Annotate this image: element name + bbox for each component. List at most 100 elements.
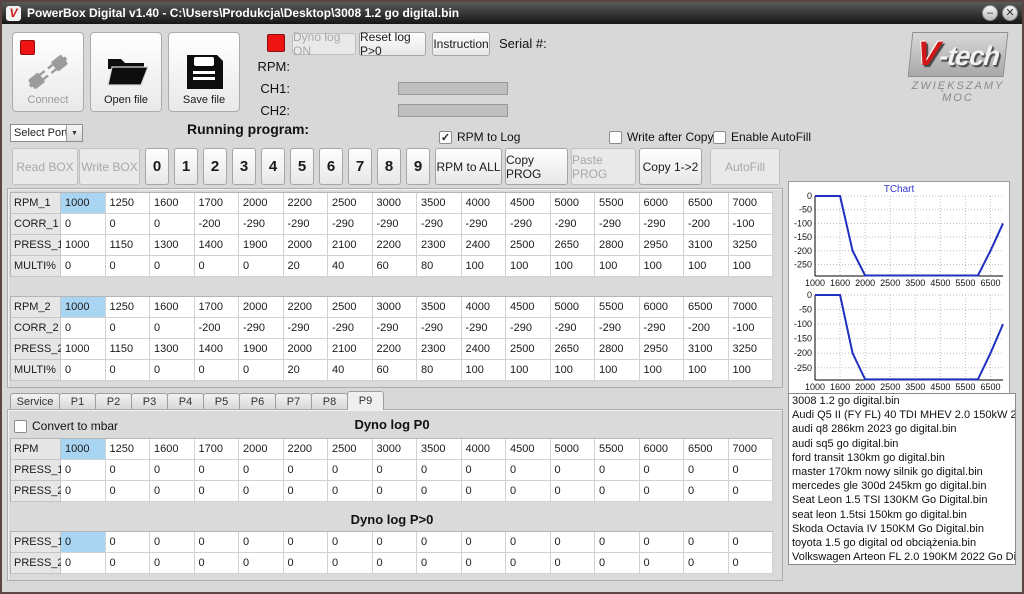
table-cell[interactable]: 0: [417, 481, 462, 502]
table-cell[interactable]: 0: [106, 460, 151, 481]
table-cell[interactable]: 100: [462, 360, 507, 381]
table-cell[interactable]: 3000: [373, 297, 418, 318]
table-cell[interactable]: 0: [106, 318, 151, 339]
file-list-item[interactable]: ford transit 130km go digital.bin: [789, 452, 1015, 466]
table-cell[interactable]: -200: [684, 214, 729, 235]
table-cell[interactable]: 3100: [684, 235, 729, 256]
table-cell[interactable]: 0: [150, 214, 195, 235]
table-cell[interactable]: 0: [462, 481, 507, 502]
table-cell[interactable]: 0: [106, 360, 151, 381]
table-cell[interactable]: 0: [106, 481, 151, 502]
table-cell[interactable]: 6500: [684, 193, 729, 214]
table-cell[interactable]: 0: [462, 532, 507, 553]
tab-p7[interactable]: P7: [275, 393, 312, 410]
table-cell[interactable]: 3000: [373, 439, 418, 460]
tab-p6[interactable]: P6: [239, 393, 276, 410]
table-cell[interactable]: 2200: [284, 193, 329, 214]
table-cell[interactable]: 0: [195, 532, 240, 553]
table-cell[interactable]: 0: [417, 460, 462, 481]
program-2-button[interactable]: 2: [203, 148, 227, 185]
table-cell[interactable]: 2800: [595, 235, 640, 256]
table-cell[interactable]: 1150: [106, 339, 151, 360]
table-cell[interactable]: 0: [462, 460, 507, 481]
table-cell[interactable]: 0: [284, 460, 329, 481]
table-cell[interactable]: 2100: [328, 235, 373, 256]
table-cell[interactable]: -290: [506, 214, 551, 235]
table-cell[interactable]: 1700: [195, 297, 240, 318]
table-cell[interactable]: 20: [284, 360, 329, 381]
table-cell[interactable]: 2300: [417, 235, 462, 256]
table-cell[interactable]: 0: [61, 460, 106, 481]
table-cell[interactable]: 2200: [373, 339, 418, 360]
table-cell[interactable]: 1400: [195, 235, 240, 256]
table-cell[interactable]: 0: [284, 553, 329, 574]
table-cell[interactable]: -290: [640, 214, 685, 235]
tab-p8[interactable]: P8: [311, 393, 348, 410]
program-6-button[interactable]: 6: [319, 148, 343, 185]
table-cell[interactable]: 5000: [551, 439, 596, 460]
table-cell[interactable]: 1000: [61, 193, 106, 214]
rpm-to-all-button[interactable]: RPM to ALL: [435, 148, 502, 185]
table-cell[interactable]: 0: [106, 553, 151, 574]
table-cell[interactable]: -290: [373, 318, 418, 339]
table-cell[interactable]: 4000: [462, 439, 507, 460]
table-cell[interactable]: 0: [684, 553, 729, 574]
table-cell[interactable]: 1900: [239, 339, 284, 360]
table-cell[interactable]: 0: [195, 481, 240, 502]
table-cell[interactable]: 3500: [417, 193, 462, 214]
tab-p9[interactable]: P9: [347, 391, 384, 410]
table-cell[interactable]: 6500: [684, 439, 729, 460]
table-cell[interactable]: 1000: [61, 439, 106, 460]
table-cell[interactable]: 0: [417, 553, 462, 574]
table-cell[interactable]: -290: [640, 318, 685, 339]
tab-p4[interactable]: P4: [167, 393, 204, 410]
table-cell[interactable]: 40: [328, 256, 373, 277]
table-cell[interactable]: 2400: [462, 235, 507, 256]
file-list-item[interactable]: Volkswagen Arteon FL 2.0 190KM 2022 Go D…: [789, 551, 1015, 565]
table-cell[interactable]: 2000: [239, 439, 284, 460]
tab-p5[interactable]: P5: [203, 393, 240, 410]
table-cell[interactable]: 1300: [150, 235, 195, 256]
instruction-button[interactable]: Instruction: [432, 32, 490, 56]
table-cell[interactable]: 2000: [284, 235, 329, 256]
table-cell[interactable]: 1250: [106, 297, 151, 318]
table-cell[interactable]: 100: [551, 360, 596, 381]
close-button[interactable]: ✕: [1002, 5, 1018, 21]
table-cell[interactable]: -290: [417, 214, 462, 235]
table-cell[interactable]: 80: [417, 360, 462, 381]
table-cell[interactable]: 3500: [417, 297, 462, 318]
copy-prog-button[interactable]: Copy PROG: [505, 148, 568, 185]
table-cell[interactable]: 1150: [106, 235, 151, 256]
table-cell[interactable]: 6500: [684, 297, 729, 318]
table-cell[interactable]: 0: [195, 553, 240, 574]
program-3-button[interactable]: 3: [232, 148, 256, 185]
table-cell[interactable]: 100: [640, 360, 685, 381]
table-cell[interactable]: 100: [595, 256, 640, 277]
table-cell[interactable]: 1700: [195, 439, 240, 460]
table-cell[interactable]: 0: [239, 460, 284, 481]
table-cell[interactable]: 0: [373, 481, 418, 502]
program-1-button[interactable]: 1: [174, 148, 198, 185]
table-cell[interactable]: 100: [729, 256, 774, 277]
file-list-item[interactable]: audi q8 286km 2023 go digital.bin: [789, 423, 1015, 437]
table-cell[interactable]: 0: [239, 553, 284, 574]
table-cell[interactable]: 5500: [595, 297, 640, 318]
table-cell[interactable]: 0: [106, 532, 151, 553]
write-after-copy-checkbox[interactable]: Write after Copy: [609, 130, 713, 144]
table-cell[interactable]: -290: [284, 318, 329, 339]
table-cell[interactable]: 2000: [239, 297, 284, 318]
table-cell[interactable]: 6000: [640, 297, 685, 318]
table-cell[interactable]: 1600: [150, 439, 195, 460]
table-cell[interactable]: 7000: [729, 439, 774, 460]
table-cell[interactable]: 0: [551, 553, 596, 574]
table-cell[interactable]: 0: [684, 460, 729, 481]
write-box-button[interactable]: Write BOX: [79, 148, 140, 185]
table-cell[interactable]: 0: [150, 481, 195, 502]
table-cell[interactable]: -290: [239, 318, 284, 339]
table-cell[interactable]: 7000: [729, 297, 774, 318]
table-cell[interactable]: -290: [551, 318, 596, 339]
tab-p2[interactable]: P2: [95, 393, 132, 410]
table-cell[interactable]: 0: [328, 532, 373, 553]
program-7-button[interactable]: 7: [348, 148, 372, 185]
table-cell[interactable]: 100: [640, 256, 685, 277]
